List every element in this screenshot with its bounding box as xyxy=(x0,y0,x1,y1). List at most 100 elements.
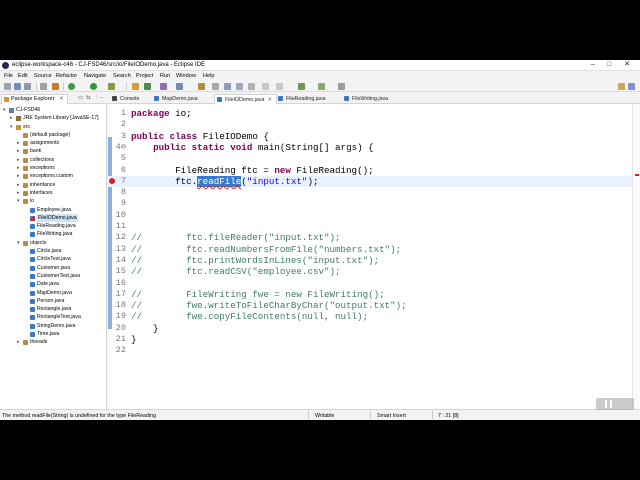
code-line[interactable]: 17 // FileWriting fwe = new FileWriting()… xyxy=(108,289,640,300)
code-line[interactable]: 12 // ftc.fileReader("input.txt"); xyxy=(108,232,640,243)
save-icon[interactable] xyxy=(14,83,21,90)
tree-item[interactable]: ▸ inheritance xyxy=(0,181,107,189)
tree-item[interactable]: Person.java xyxy=(0,297,107,305)
chevron-right-icon[interactable]: ▸ xyxy=(17,164,20,172)
tree-item[interactable]: MapDemo.java xyxy=(0,289,107,297)
code-line[interactable]: 11 xyxy=(108,221,640,232)
chevron-right-icon[interactable]: ▸ xyxy=(17,338,20,346)
editor-scrollbar[interactable] xyxy=(632,104,640,409)
code-line[interactable]: 21} xyxy=(108,334,640,345)
code-line[interactable]: 16 xyxy=(108,278,640,289)
block-select-icon[interactable] xyxy=(248,83,255,90)
code-line[interactable]: 10 xyxy=(108,210,640,221)
annotation-icon[interactable] xyxy=(198,83,205,90)
chevron-right-icon[interactable]: ▸ xyxy=(17,139,20,147)
close-icon[interactable]: ✕ xyxy=(267,97,271,103)
toggle-mark-icon[interactable] xyxy=(224,83,231,90)
minimize-view-icon[interactable]: – xyxy=(100,95,103,101)
menu-edit[interactable]: Edit xyxy=(18,73,28,79)
perspective-debug-icon[interactable] xyxy=(628,83,635,90)
tree-item[interactable]: Time.java xyxy=(0,330,107,338)
code-line[interactable]: 5 xyxy=(108,153,640,164)
back-icon[interactable] xyxy=(298,83,305,90)
pause-overlay[interactable] xyxy=(596,398,634,410)
tree-item[interactable]: Employee.java xyxy=(0,206,107,214)
show-whitespace-icon[interactable] xyxy=(236,83,243,90)
menu-source[interactable]: Source xyxy=(34,73,52,79)
view-menu-icon[interactable]: ⋮ xyxy=(94,95,100,101)
tree-item[interactable]: (default package) xyxy=(0,131,107,139)
editor-tab[interactable]: FileIODemo.java ✕ xyxy=(214,94,277,104)
menu-run[interactable]: Run xyxy=(160,73,170,79)
menu-file[interactable]: File xyxy=(4,73,13,79)
chevron-right-icon[interactable]: ▸ xyxy=(10,114,13,122)
tree-item[interactable]: ▾ CJ-FSD46 xyxy=(0,106,107,114)
menu-window[interactable]: Window xyxy=(176,73,196,79)
code-line[interactable]: 20 } xyxy=(108,323,640,334)
coverage-icon[interactable] xyxy=(108,83,115,90)
tree-item[interactable]: ▸ assignments xyxy=(0,139,107,147)
tree-item[interactable]: StringDemo.java xyxy=(0,322,107,330)
search-icon[interactable] xyxy=(176,83,183,90)
chevron-down-icon[interactable]: ▾ xyxy=(10,123,13,131)
code-line[interactable]: 6 FileReading ftc = new FileReading(); xyxy=(108,165,640,176)
tree-item[interactable]: ▸ interfaces xyxy=(0,189,107,197)
tree-item[interactable]: RectangleTest.java xyxy=(0,313,107,321)
tree-item[interactable]: FileReading.java xyxy=(0,222,107,230)
code-editor[interactable]: 1 package io; 2 3 public class FileIODemo {4… xyxy=(108,104,640,409)
code-line[interactable]: 14 // ftc.printWordsInLines("input.txt"); xyxy=(108,255,640,266)
tree-item[interactable]: CustomerTest.java xyxy=(0,272,107,280)
code-line[interactable]: 7 ftc.readFile("input.txt"); xyxy=(108,175,640,187)
prev-annotation-icon[interactable] xyxy=(276,83,283,90)
chevron-down-icon[interactable]: ▾ xyxy=(17,197,20,205)
code-line[interactable]: 15 // ftc.readCSV("employee.csv"); xyxy=(108,266,640,277)
menu-navigate[interactable]: Navigate xyxy=(84,73,106,79)
next-annotation-icon[interactable] xyxy=(262,83,269,90)
new-icon[interactable] xyxy=(4,83,11,90)
chevron-right-icon[interactable]: ▸ xyxy=(17,147,20,155)
tree-item[interactable]: ▸ exceptions.custom xyxy=(0,172,107,180)
tree-item[interactable]: ▸ collections xyxy=(0,156,107,164)
last-edit-icon[interactable] xyxy=(338,83,345,90)
tab-package-explorer[interactable]: Package Explorer ✕ xyxy=(1,94,68,104)
tree-item[interactable]: ▸ exceptions xyxy=(0,164,107,172)
editor-tab[interactable]: Console xyxy=(110,94,143,104)
close-icon[interactable]: ✕ xyxy=(59,96,64,102)
code-line[interactable]: 22 xyxy=(108,345,640,356)
chevron-down-icon[interactable]: ▾ xyxy=(3,106,6,114)
close-button[interactable]: ✕ xyxy=(616,60,638,70)
chevron-right-icon[interactable]: ▸ xyxy=(17,172,20,180)
new-package-icon[interactable] xyxy=(132,83,139,90)
status-insert-mode[interactable]: Smart Insert xyxy=(377,413,406,419)
tree-item[interactable]: Rectangle.java xyxy=(0,305,107,313)
forward-icon[interactable] xyxy=(318,83,325,90)
collapse-all-icon[interactable]: ▭ xyxy=(78,95,83,101)
code-line[interactable]: 8 xyxy=(108,187,640,198)
chevron-right-icon[interactable]: ▸ xyxy=(17,181,20,189)
terminal-icon[interactable] xyxy=(40,83,47,90)
tree-item[interactable]: ▾ objects xyxy=(0,239,107,247)
menu-help[interactable]: Help xyxy=(203,73,215,79)
code-line[interactable]: 2 xyxy=(108,119,640,130)
chevron-down-icon[interactable]: ▾ xyxy=(17,239,20,247)
tree-item[interactable]: CircleTest.java xyxy=(0,255,107,263)
new-class-icon[interactable] xyxy=(144,83,151,90)
menu-refactor[interactable]: Refactor xyxy=(56,73,77,79)
error-overview-marker[interactable] xyxy=(635,174,639,176)
pin-icon[interactable] xyxy=(212,83,219,90)
tree-item[interactable]: ▸ threads xyxy=(0,338,107,346)
perspective-java-icon[interactable] xyxy=(618,83,625,90)
run-icon[interactable] xyxy=(90,83,97,90)
code-line[interactable]: 13 // ftc.readNumbersFromFile("numbers.tx… xyxy=(108,244,640,255)
menu-search[interactable]: Search xyxy=(113,73,131,79)
tree-item[interactable]: ▸ bank xyxy=(0,147,107,155)
link-editor-icon[interactable]: ⇆ xyxy=(86,95,91,101)
code-line[interactable]: 1 package io; xyxy=(108,108,640,119)
chevron-right-icon[interactable]: ▸ xyxy=(17,156,20,164)
editor-tab[interactable]: MapDemo.java xyxy=(152,94,202,104)
editor-tab[interactable]: FileWriting.java xyxy=(342,94,392,104)
tree-item[interactable]: ▾ src xyxy=(0,123,107,131)
open-type-icon[interactable] xyxy=(160,83,167,90)
chevron-right-icon[interactable]: ▸ xyxy=(17,189,20,197)
save-all-icon[interactable] xyxy=(24,83,31,90)
